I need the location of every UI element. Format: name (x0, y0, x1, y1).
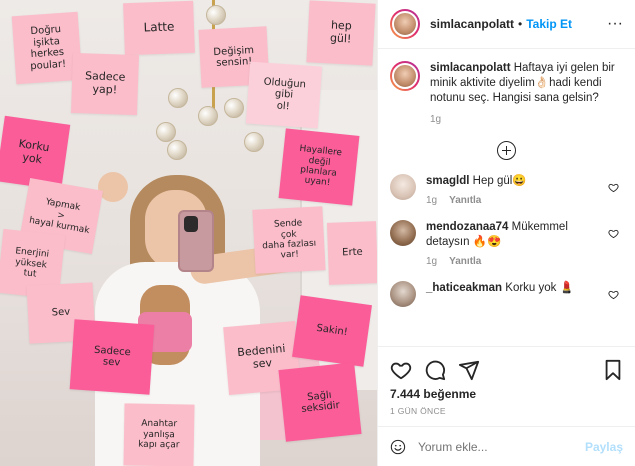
sticky-note-text: hep gül! (329, 18, 353, 46)
lamp-bulb (224, 98, 244, 118)
sticky-note: hep gül! (306, 0, 376, 66)
sticky-note: Erte (326, 221, 377, 285)
commenter-username[interactable]: smagldl (426, 175, 469, 187)
sticky-note-text: Enerjini yüksek tut (14, 246, 50, 280)
commenter-avatar[interactable] (390, 174, 416, 200)
sticky-note-text: Doğru işikta herkes poular! (29, 23, 67, 72)
author-avatar[interactable] (390, 9, 420, 39)
author-avatar-image (392, 63, 418, 89)
action-icon-row (390, 355, 623, 385)
emoji-smile-icon[interactable] (390, 436, 406, 458)
lamp-bulb (156, 122, 176, 142)
more-options-icon[interactable]: ··· (607, 15, 623, 33)
comment-item: _haticeakman Korku yok 💄 (390, 281, 623, 307)
heart-icon[interactable] (608, 289, 619, 300)
comment-item: mendozanaa74 Mükemmel detaysın 🔥😍 1g Yanı… (390, 220, 623, 267)
separator-dot: • (518, 17, 523, 31)
sticky-note: Olduğun gibi ol! (245, 61, 323, 129)
comment-bubble-icon[interactable] (424, 359, 446, 381)
lamp-bulb (244, 132, 264, 152)
smartphone (178, 210, 214, 272)
reply-button[interactable]: Yanıtla (449, 256, 481, 267)
post-side-panel: simlacanpolatt • Takip Et ··· simlacanpo… (377, 0, 635, 466)
add-comment-bar: Paylaş (378, 426, 635, 466)
reply-button[interactable]: Yanıtla (449, 195, 481, 206)
comment-item: smagldl Hep gül😀 1g Yanıtla (390, 174, 623, 206)
heart-icon[interactable] (608, 182, 619, 193)
comment-input[interactable] (417, 439, 573, 454)
lamp-bulb (206, 5, 226, 25)
save-bookmark-icon[interactable] (603, 359, 623, 381)
caption-text: simlacanpolatt Haftaya iyi gelen bir min… (430, 61, 623, 106)
sticky-note-text: Sende çok daha fazlası var! (262, 218, 317, 261)
sticky-note: Sakin! (292, 295, 372, 367)
likes-count[interactable]: 7.444 beğenme (390, 387, 623, 401)
lamp-bulb (167, 140, 187, 160)
like-heart-icon[interactable] (390, 359, 412, 381)
comment-time[interactable]: 1g (426, 195, 437, 206)
sticky-note-text: Anahtar yanlışa kapı açar (138, 419, 180, 451)
sticky-note-text: Sev (51, 306, 71, 319)
share-paper-plane-icon[interactable] (458, 359, 480, 381)
caption-username[interactable]: simlacanpolatt (430, 62, 511, 74)
commenter-username[interactable]: _haticeakman (426, 282, 502, 294)
follow-button[interactable]: Takip Et (526, 17, 572, 31)
lamp-bulb (198, 106, 218, 126)
author-avatar[interactable] (390, 61, 420, 91)
sticky-note-text: Yapmak > hayal kurmak (28, 197, 91, 237)
commenter-avatar[interactable] (390, 281, 416, 307)
post-comment-button[interactable]: Paylaş (585, 440, 623, 454)
comment-text: Korku yok 💄 (505, 282, 574, 294)
commenter-avatar[interactable] (390, 220, 416, 246)
sticky-note-text: Latte (143, 19, 175, 35)
commenter-username[interactable]: mendozanaa74 (426, 221, 508, 233)
peace-sign-hand (98, 172, 128, 202)
sticky-note-text: Erte (342, 246, 363, 259)
post-caption: simlacanpolatt Haftaya iyi gelen bir min… (390, 61, 623, 125)
sticky-note: Sadece yap! (70, 52, 140, 116)
sticky-note: Anahtar yanlışa kapı açar (123, 403, 195, 466)
post-date[interactable]: 1 GÜN ÖNCE (390, 406, 623, 416)
sticky-note: Sende çok daha fazlası var! (252, 206, 326, 274)
heart-icon[interactable] (608, 228, 619, 239)
instagram-post: Doğru işikta herkes poular! Latte hep gü… (0, 0, 635, 466)
sticky-note-text: Sakin! (315, 323, 349, 339)
sticky-note-text: Sadece yap! (84, 69, 126, 97)
sticky-note-text: Olduğun gibi ol! (263, 76, 307, 113)
load-more-comments[interactable] (390, 141, 623, 160)
sticky-note: Sadece sev (69, 319, 155, 395)
comments-section[interactable]: simlacanpolatt Haftaya iyi gelen bir min… (378, 49, 635, 346)
post-header: simlacanpolatt • Takip Et ··· (378, 0, 635, 49)
sticky-note: Latte (123, 0, 195, 56)
sticky-note: Sağlı seksidir (278, 362, 362, 442)
sticky-note-text: Hayallere değil planlara uyan! (298, 144, 343, 189)
post-actions: 7.444 beğenme 1 GÜN ÖNCE (378, 346, 635, 426)
sticky-note-text: Sağlı seksidir (300, 389, 341, 415)
plus-circle-icon[interactable] (497, 141, 516, 160)
post-photo[interactable]: Doğru işikta herkes poular! Latte hep gü… (0, 0, 377, 466)
sticky-note-text: Sadece sev (93, 344, 132, 369)
sticky-note: Hayallere değil planlara uyan! (278, 128, 360, 206)
lamp-bulb (168, 88, 188, 108)
sticky-note-text: Bedenini sev (236, 342, 286, 371)
sticky-note-text: Değişim sensin! (213, 44, 255, 69)
phone-camera (184, 216, 198, 232)
sticky-note-text: Korku yok (17, 137, 51, 167)
comment-text: Hep gül😀 (472, 175, 527, 187)
author-username[interactable]: simlacanpolatt (430, 17, 514, 31)
author-avatar-image (392, 11, 418, 37)
caption-time[interactable]: 1g (430, 114, 623, 125)
comment-time[interactable]: 1g (426, 256, 437, 267)
